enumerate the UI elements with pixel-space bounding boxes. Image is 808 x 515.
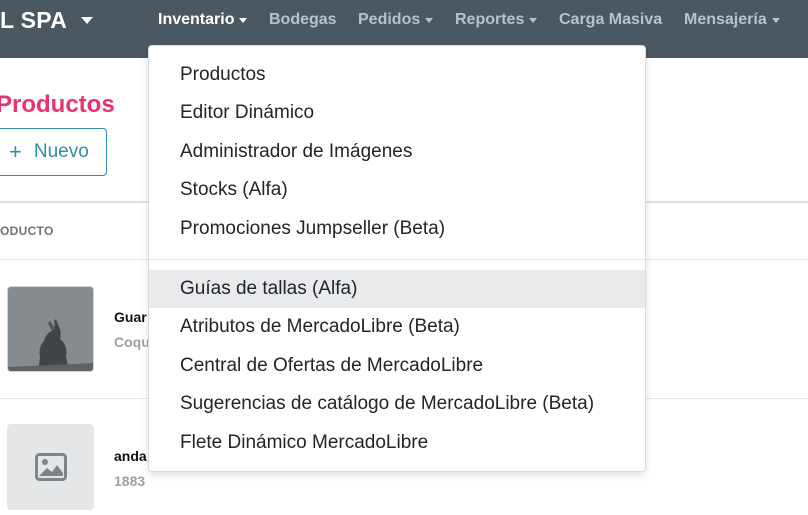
nav-label: Carga Masiva: [559, 11, 663, 28]
brand-menu[interactable]: L SPA: [0, 6, 94, 33]
menu-divider: [149, 259, 645, 260]
caret-down-icon: [529, 17, 538, 23]
product-thumbnail[interactable]: [7, 424, 94, 510]
nav-mensajeria[interactable]: Mensajería: [684, 10, 780, 30]
page-title: Productos: [0, 91, 115, 118]
nav-carga-masiva[interactable]: Carga Masiva: [559, 10, 662, 30]
nav-reportes[interactable]: Reportes: [455, 10, 538, 30]
new-button-label: Nuevo: [33, 141, 89, 162]
product-subtitle: Coqu: [114, 334, 150, 350]
inventario-dropdown-menu: Productos Editor Dinámico Administrador …: [148, 45, 646, 472]
nav-label: Bodegas: [269, 11, 337, 28]
statue-photo-icon: [8, 287, 93, 371]
plus-icon: +: [9, 139, 22, 164]
menu-item-productos[interactable]: Productos: [149, 56, 645, 94]
nav-label: Pedidos: [358, 11, 421, 28]
caret-down-icon: [81, 16, 94, 24]
nav-label: Inventario: [158, 11, 235, 28]
nav-inventario[interactable]: Inventario: [158, 10, 248, 30]
product-subtitle: 1883: [114, 473, 146, 489]
brand-name: L SPA: [0, 6, 68, 33]
menu-item-stocks[interactable]: Stocks (Alfa): [149, 171, 645, 209]
column-header-producto: ODUCTO: [0, 224, 54, 238]
menu-item-promociones-jumpseller[interactable]: Promociones Jumpseller (Beta): [149, 210, 645, 248]
menu-item-flete-dinamico[interactable]: Flete Dinámico MercadoLibre: [149, 424, 645, 462]
menu-item-sugerencias-catalogo[interactable]: Sugerencias de catálogo de MercadoLibre …: [149, 385, 645, 423]
image-placeholder-icon: [34, 453, 67, 481]
menu-item-guias-tallas[interactable]: Guías de tallas (Alfa): [149, 270, 645, 308]
nav-label: Reportes: [455, 11, 525, 28]
nav-pedidos[interactable]: Pedidos: [358, 10, 434, 30]
menu-item-central-ofertas[interactable]: Central de Ofertas de MercadoLibre: [149, 347, 645, 385]
nav-bodegas[interactable]: Bodegas: [269, 10, 337, 30]
caret-down-icon: [239, 17, 248, 23]
new-product-button[interactable]: + Nuevo: [0, 128, 107, 176]
menu-item-atributos-mercadolibre[interactable]: Atributos de MercadoLibre (Beta): [149, 308, 645, 346]
product-thumbnail[interactable]: [7, 286, 94, 372]
menu-item-editor-dinamico[interactable]: Editor Dinámico: [149, 94, 645, 132]
product-name[interactable]: Guar: [114, 309, 147, 325]
caret-down-icon: [771, 17, 780, 23]
caret-down-icon: [425, 17, 434, 23]
menu-item-administrador-imagenes[interactable]: Administrador de Imágenes: [149, 133, 645, 171]
product-name[interactable]: anda: [114, 448, 147, 464]
nav-label: Mensajería: [684, 11, 767, 28]
